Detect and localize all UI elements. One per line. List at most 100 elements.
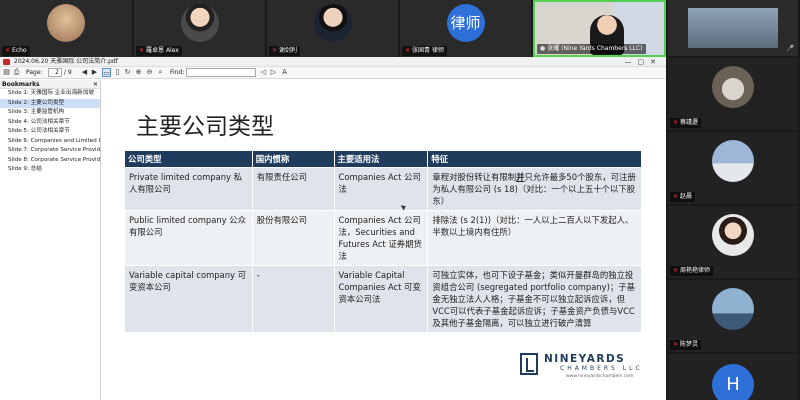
fit-width-icon[interactable]: ▯ (113, 68, 122, 77)
prev-page-icon[interactable]: ◀ (80, 68, 89, 77)
find-prev-icon[interactable]: ◁ (259, 68, 268, 77)
participant-tile[interactable]: 🎤 (668, 0, 798, 56)
participant-name: 张国青 律师 (412, 47, 444, 54)
pdf-app-icon (3, 59, 10, 65)
mic-muted-icon: ✕ (673, 267, 679, 274)
participant-name: 羅卓恩 Alex (146, 47, 179, 54)
rotate-icon[interactable]: ↻ (123, 68, 132, 77)
bookmark-item[interactable]: Slide 5: 公司法相关章节 (0, 127, 100, 137)
table-cell: 有限责任公司 (251, 167, 335, 211)
participant-name-label: ✕ 赵晨 (670, 192, 696, 202)
participant-avatar (712, 140, 754, 182)
participant-name: 陈梦灵 (680, 341, 699, 348)
participant-avatar (712, 214, 754, 256)
logo-mark-icon (520, 353, 538, 375)
table-row: Public limited company 公众有限公司 股份有限公司 Com… (124, 210, 642, 266)
column-header: 公司类型 (124, 150, 253, 168)
find-input[interactable] (186, 68, 256, 77)
participant-strip: ✕ Echo ✕ 羅卓恩 Alex ✕ 谢剑利 律师 ✕ 张国青 律师 ● 张耀 (Nin… (0, 0, 666, 57)
next-page-icon[interactable]: ▶ (90, 68, 99, 77)
participant-video (688, 8, 778, 48)
participant-name-label: ● 张耀 (Nine Yards Chambers LLC) (537, 44, 646, 54)
bookmark-item[interactable]: Slide 1: 天雅国际 企业出海新加坡 (0, 89, 100, 99)
page-label: Page: (26, 69, 43, 76)
find-label: Find: (170, 69, 185, 76)
participant-avatar: H (712, 364, 754, 400)
participant-tile[interactable]: ✕ Echo (0, 0, 134, 57)
column-header: 特征 (427, 150, 642, 168)
mic-muted-icon: ✕ (139, 47, 145, 54)
screen: ✕ Echo ✕ 羅卓恩 Alex ✕ 谢剑利 律师 ✕ 张国青 律师 ● 张耀 (Nin… (0, 0, 800, 400)
logo-subtitle: CHAMBERS LLC (560, 365, 643, 372)
emphasis-text: 并 (516, 172, 525, 182)
company-types-table: 公司类型 国内惯称 主要适用法 特征 Private limited compa… (124, 150, 642, 333)
participant-tile[interactable]: H (668, 354, 798, 400)
bookmark-item[interactable]: Slide 9: 总结 (0, 165, 100, 175)
zoom-out-icon[interactable]: ⊖ (145, 68, 154, 77)
participant-avatar (180, 4, 219, 42)
participant-gallery: 🎤 ✕ 蔡謹瀝 ✕ 赵晨 ✕ 周艳艳律师 ✕ 陈梦灵 H (666, 0, 800, 400)
page-total: / 9 (64, 69, 72, 76)
find-next-icon[interactable]: ▷ (269, 68, 278, 77)
participant-name: 赵晨 (680, 193, 693, 200)
table-cell: Companies Act 公司法 (333, 167, 429, 211)
participant-name: 张耀 (Nine Yards Chambers LLC) (547, 45, 643, 52)
table-cell: - (251, 265, 335, 333)
mic-muted-icon: ✕ (405, 47, 411, 54)
slide-title: 主要公司类型 (136, 114, 274, 140)
logo-url: www.nineyardschambers.com (566, 374, 634, 379)
mic-muted-icon: ✕ (272, 47, 278, 54)
table-row: Variable capital company 可变资本公司 - Variab… (124, 265, 642, 333)
participant-tile[interactable]: ✕ 赵晨 (668, 132, 798, 204)
mic-muted-icon: ✕ (673, 119, 679, 126)
bookmark-item[interactable]: Slide 6: Companies and Limited L (0, 137, 100, 147)
participant-tile[interactable]: ✕ 羅卓恩 Alex (134, 0, 267, 57)
bookmark-item[interactable]: Slide 8: Corporate Service Provide (0, 156, 100, 166)
participant-tile[interactable]: ✕ 陈梦灵 (668, 280, 798, 352)
bookmark-item[interactable]: Slide 4: 公司法相关章节 (0, 118, 100, 128)
mic-muted-icon: ✕ (673, 341, 679, 348)
mic-icon: ● (540, 45, 546, 52)
print-icon[interactable]: ⎙ (12, 68, 21, 77)
participant-avatar (47, 4, 85, 42)
table-cell: Companies Act 公司法，Securities and Futures… (333, 210, 429, 266)
table-cell: Variable capital company 可变资本公司 (124, 265, 253, 333)
page-number-input[interactable]: 2 (48, 68, 62, 77)
column-header: 主要适用法 (333, 150, 429, 168)
participant-name-label: ✕ 陈梦灵 (670, 340, 702, 350)
fit-page-icon[interactable]: ▭ (102, 68, 111, 77)
participant-name-label: ✕ 谢剑利 (269, 46, 301, 56)
participant-name-label: ✕ 周艳艳律师 (670, 266, 714, 276)
participant-tile-speaking[interactable]: ● 张耀 (Nine Yards Chambers LLC) (533, 0, 666, 57)
participant-name: 谢剑利 (279, 47, 298, 54)
bookmark-item[interactable]: Slide 3: 主要监管机构 (0, 108, 100, 118)
bookmarks-header: Bookmarks ✕ (0, 80, 100, 89)
table-cell: Private limited company 私人有限公司 (124, 167, 253, 211)
participant-tile[interactable]: ✕ 谢剑利 (267, 0, 400, 57)
participant-avatar (712, 66, 754, 108)
participant-avatar (313, 4, 352, 42)
participant-tile[interactable]: ✕ 周艳艳律师 (668, 206, 798, 278)
participant-name: 蔡謹瀝 (680, 119, 699, 126)
bookmark-item[interactable]: Slide 2: 主要公司类型 (0, 98, 100, 108)
participant-name-label: ✕ 张国青 律师 (402, 46, 447, 56)
column-header: 国内惯称 (251, 150, 335, 168)
window-title: 2024.06.20 天雅国际 公司法简介.pdf (14, 58, 118, 65)
close-icon[interactable]: ✕ (93, 80, 98, 89)
table-cell: Public limited company 公众有限公司 (124, 210, 253, 266)
sidebar-toggle-icon[interactable]: ▤ (2, 68, 11, 77)
participant-name-label: ✕ Echo (2, 46, 30, 56)
participant-name: Echo (12, 47, 27, 54)
participant-tile[interactable]: 律师 ✕ 张国青 律师 (400, 0, 533, 57)
window-controls[interactable]: —▢✕ (625, 57, 662, 67)
viewer-toolbar: ▤ ⎙ Page: 2 / 9 ◀ ▶ ▭ ▯ ↻ ⊕ ⊖ ⌕ Find: ◁ … (0, 67, 666, 79)
table-header-row: 公司类型 国内惯称 主要适用法 特征 (124, 150, 642, 168)
slide-canvas: 主要公司类型 公司类型 国内惯称 主要适用法 特征 Private limite… (102, 80, 666, 400)
match-case-icon[interactable]: A (280, 68, 289, 77)
participant-tile[interactable]: ✕ 蔡謹瀝 (668, 58, 798, 130)
search-icon[interactable]: ⌕ (156, 68, 165, 77)
bookmark-item[interactable]: Slide 7: Corporate Service Provide (0, 146, 100, 156)
table-row: Private limited company 私人有限公司 有限责任公司 Co… (124, 167, 642, 211)
participant-avatar (712, 288, 754, 330)
zoom-in-icon[interactable]: ⊕ (134, 68, 143, 77)
